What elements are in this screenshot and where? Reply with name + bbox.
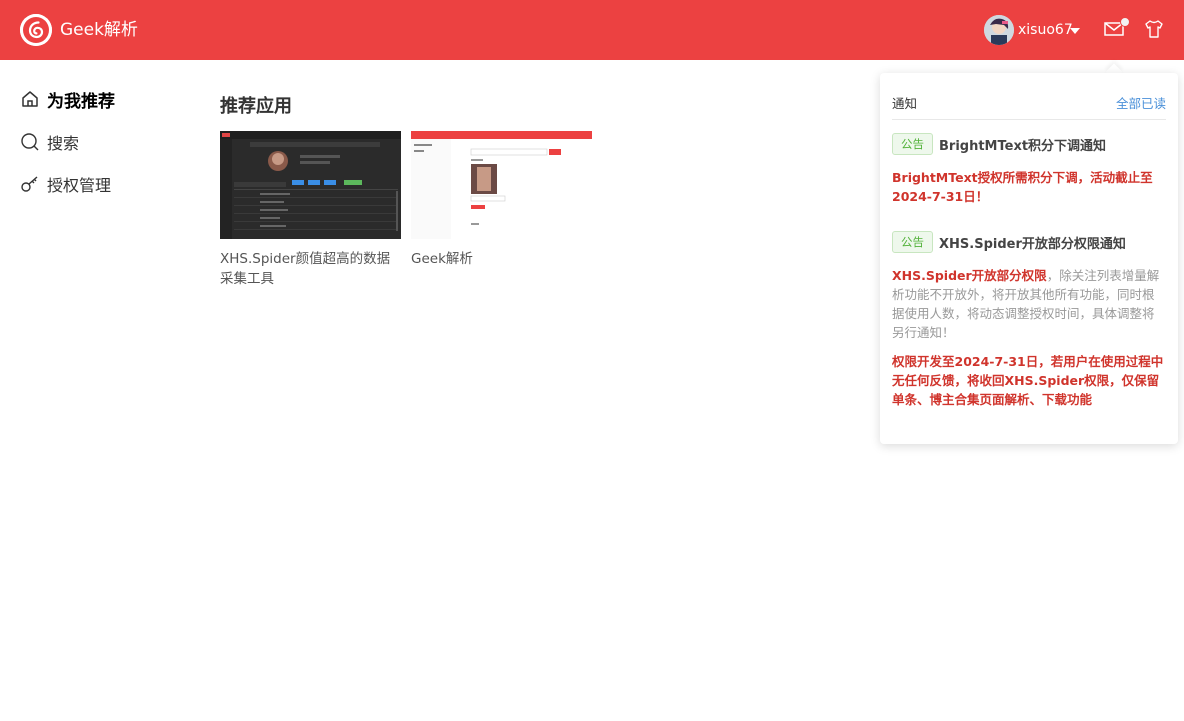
- notification-header: 通知 全部已读: [892, 93, 1166, 120]
- notice-body: BrightMText授权所需积分下调，活动截止至2024-7-31日！: [892, 168, 1166, 206]
- app-card-xhs-spider[interactable]: XHS.Spider颜值超高的数据采集工具: [220, 131, 401, 289]
- sidebar-item-recommend[interactable]: 为我推荐: [20, 87, 115, 112]
- notice-paragraph: XHS.Spider开放部分权限，除关注列表增量解析功能不开放外，将开放其他所有…: [892, 266, 1166, 342]
- unread-dot-badge: [1120, 17, 1130, 27]
- app-card-geek[interactable]: Geek解析: [411, 131, 592, 269]
- notification-panel: 通知 全部已读 公告 BrightMText积分下调通知 BrightMText…: [880, 73, 1178, 444]
- sidebar-item-label: 为我推荐: [47, 91, 115, 112]
- home-icon: [20, 89, 40, 109]
- sidebar-item-label: 授权管理: [47, 176, 112, 195]
- notice-body-red: 权限开发至2024-7-31日，若用户在使用过程中无任何反馈，将收回XHS.Sp…: [892, 354, 1164, 407]
- netease-logo-icon: [20, 14, 52, 46]
- key-icon: [20, 174, 40, 194]
- top-bar: Geek解析 xisuo67: [0, 0, 1184, 60]
- mark-all-read-link[interactable]: 全部已读: [1116, 93, 1166, 112]
- app-logo[interactable]: [20, 14, 52, 46]
- section-title: 推荐应用: [220, 96, 292, 117]
- notice-body-red: XHS.Spider开放部分权限: [892, 268, 1047, 283]
- search-icon: [20, 132, 40, 152]
- app-title[interactable]: Geek解析: [60, 19, 138, 41]
- username[interactable]: xisuo67: [1018, 21, 1073, 39]
- sidebar-item-auth[interactable]: 授权管理: [20, 172, 111, 196]
- sidebar-item-search[interactable]: 搜索: [20, 130, 79, 154]
- xhs-spider-screenshot-icon: [220, 131, 401, 239]
- notice-body-red: BrightMText授权所需积分下调，活动截止至2024-7-31日！: [892, 170, 1153, 204]
- notice-title: BrightMText积分下调通知: [939, 138, 1107, 154]
- app-thumbnail[interactable]: [220, 131, 401, 239]
- app-card-label[interactable]: Geek解析: [411, 249, 592, 269]
- notification-title: 通知: [892, 96, 918, 111]
- sidebar-item-label: 搜索: [47, 134, 80, 153]
- skin-shirt-icon[interactable]: [1144, 19, 1164, 43]
- avatar[interactable]: [984, 15, 1014, 45]
- notice-tag-badge: 公告: [892, 231, 933, 253]
- notification-item[interactable]: 公告 XHS.Spider开放部分权限通知 XHS.Spider开放部分权限，除…: [892, 230, 1166, 419]
- avatar-image-icon: [984, 15, 1014, 45]
- notification-item[interactable]: 公告 BrightMText积分下调通知 BrightMText授权所需积分下调…: [892, 132, 1166, 206]
- app-card-label[interactable]: XHS.Spider颜值超高的数据采集工具: [220, 249, 401, 289]
- chevron-down-icon[interactable]: [1070, 28, 1080, 34]
- app-thumbnail[interactable]: [411, 131, 592, 239]
- notice-title: XHS.Spider开放部分权限通知: [939, 236, 1126, 252]
- geek-screenshot-icon: [411, 131, 592, 239]
- notice-paragraph: 权限开发至2024-7-31日，若用户在使用过程中无任何反馈，将收回XHS.Sp…: [892, 352, 1166, 409]
- notice-body: XHS.Spider开放部分权限，除关注列表增量解析功能不开放外，将开放其他所有…: [892, 266, 1166, 409]
- notice-tag-badge: 公告: [892, 133, 933, 155]
